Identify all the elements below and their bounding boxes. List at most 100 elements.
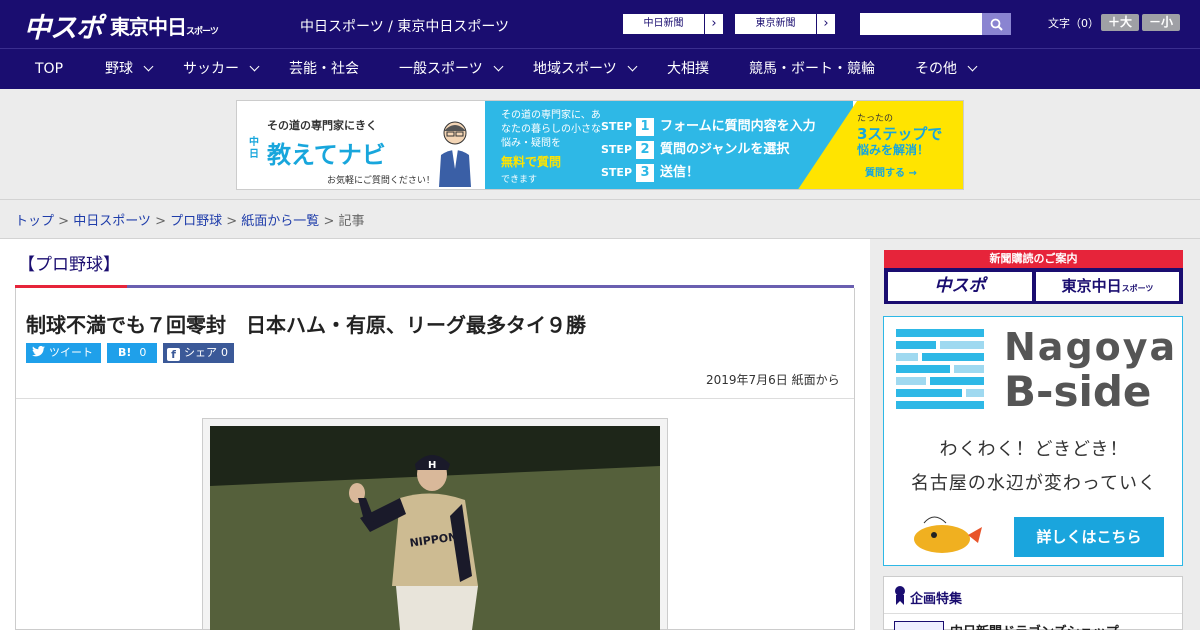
breadcrumb-top[interactable]: トップ: [15, 214, 54, 229]
step-label: STEP: [601, 120, 633, 133]
feature-section: 企画特集 中日新聞ドラゴンズショップ: [883, 576, 1183, 630]
tokyo-chunichi-logo[interactable]: 東京中日スポーツ: [110, 11, 219, 40]
chevron-right-icon: ›: [704, 14, 723, 34]
font-larger-button[interactable]: ＋大: [1101, 14, 1139, 31]
nagoya-bside-ad[interactable]: Nagoya B-side わくわく！どきどき！ 名古屋の水辺が変わっていく 詳…: [883, 316, 1183, 566]
step-number: 1: [636, 118, 655, 136]
subscribe-banner[interactable]: 新聞購読のご案内 中スポ 東京中日スポーツ: [884, 250, 1183, 304]
divider: [0, 199, 1200, 200]
nav-general-sports[interactable]: 一般スポーツ: [399, 49, 504, 90]
oshiete-navi-banner[interactable]: その道の専門家にきく 中日 教えてナビ お気軽にご質問ください！ その道の専門家…: [236, 100, 964, 190]
subscribe-tokyo-text: 東京中日: [1061, 277, 1122, 295]
step-text: フォームに質問内容を入力: [660, 119, 816, 134]
step-label: STEP: [601, 166, 633, 179]
banner-dekimasu: できます: [501, 175, 538, 185]
banner-free-note: お気軽にご質問ください！: [327, 176, 435, 186]
feature-item-dragons-shop[interactable]: 中日新聞ドラゴンズショップ: [950, 621, 1119, 630]
breadcrumb: トップ > 中日スポーツ > プロ野球 > 紙面から一覧 > 記事: [15, 210, 365, 229]
article-category: 【プロ野球】: [18, 255, 120, 275]
step-text: 送信！: [660, 165, 700, 180]
breadcrumb-sep: >: [54, 214, 74, 229]
nav-top[interactable]: TOP: [35, 49, 63, 90]
font-size-label: 文字（0）: [1048, 17, 1099, 30]
nav-local-sports[interactable]: 地域スポーツ: [533, 49, 638, 90]
search-button[interactable]: [982, 13, 1011, 35]
subscribe-chuspo-logo[interactable]: 中スポ: [888, 272, 1032, 301]
subscribe-tokyo-small: スポーツ: [1121, 284, 1154, 293]
nav-label: その他: [915, 61, 957, 77]
nav-label: 芸能・社会: [289, 61, 359, 77]
share-label: シェア: [184, 346, 217, 359]
bside-details-button[interactable]: 詳しくはこちら: [1014, 517, 1164, 557]
chevron-down-icon: [967, 61, 978, 72]
facebook-share-button[interactable]: f シェア 0: [163, 343, 234, 363]
bside-title-2: B-side: [1004, 367, 1152, 416]
chevron-right-icon: ›: [816, 14, 835, 34]
banner-step-3: STEP 3 送信！: [601, 161, 699, 182]
hatena-count: 0: [139, 346, 147, 359]
nav-soccer[interactable]: サッカー: [183, 49, 260, 90]
breadcrumb-from-paper[interactable]: 紙面から一覧: [241, 214, 319, 229]
banner-step-2: STEP 2 質問のジャンルを選択: [601, 138, 789, 159]
chevron-down-icon: [249, 61, 260, 72]
banner-free-question: 無料で質問: [501, 155, 562, 169]
subscribe-heading: 新聞購読のご案内: [884, 250, 1183, 268]
breadcrumb-current: 記事: [338, 214, 365, 229]
site-title: 中日スポーツ / 東京中日スポーツ: [300, 19, 510, 35]
breadcrumb-pro-baseball[interactable]: プロ野球: [170, 214, 222, 229]
search-input[interactable]: [860, 13, 982, 35]
ribbon-icon: [895, 586, 905, 605]
bside-copy-2: 名古屋の水辺が変わっていく: [910, 473, 1158, 494]
search-icon: [990, 18, 1003, 31]
banner-right-sub: 悩みを解消！: [857, 143, 930, 157]
banner-ask-button[interactable]: 質問する →: [865, 164, 917, 179]
pitcher-photo-icon: H NIPPON: [210, 426, 660, 630]
fried-shrimp-mascot-icon: [914, 516, 982, 553]
divider: [16, 398, 854, 399]
step-label: STEP: [601, 143, 633, 156]
chevron-down-icon: [143, 61, 154, 72]
banner-description: その道の専門家に、あなたの暮らしの小さな悩み・疑問を: [501, 110, 601, 149]
article-date: 2019年7月6日 紙面から: [706, 373, 840, 387]
font-smaller-button[interactable]: －小: [1142, 14, 1180, 31]
tokyo-shimbun-label: 東京新聞: [755, 18, 796, 29]
bside-copy-1: わくわく！どきどき！: [939, 439, 1129, 460]
banner-tagline: その道の専門家にきく: [267, 119, 377, 132]
chevron-down-icon: [493, 61, 504, 72]
breadcrumb-chunichi-sports[interactable]: 中日スポーツ: [73, 214, 151, 229]
step-number: 3: [636, 164, 655, 182]
facebook-icon: f: [167, 348, 180, 361]
banner-brand-prefix: 中日: [249, 137, 259, 160]
tweet-button[interactable]: ツイート: [26, 343, 101, 363]
nav-label: 一般スポーツ: [399, 61, 483, 77]
breadcrumb-sep: >: [319, 214, 339, 229]
breadcrumb-sep: >: [222, 214, 242, 229]
main-nav: TOP 野球 サッカー 芸能・社会 一般スポーツ 地域スポーツ 大相撲 競馬・ボ…: [0, 48, 1200, 89]
nav-label: TOP: [35, 61, 64, 77]
tweet-label: ツイート: [49, 346, 93, 359]
divider: [884, 613, 1182, 614]
nav-other[interactable]: その他: [915, 49, 978, 90]
bside-logo-icon: [896, 329, 984, 409]
breadcrumb-sep: >: [150, 214, 171, 229]
subscribe-tokyo-logo[interactable]: 東京中日スポーツ: [1036, 272, 1179, 301]
nav-entertainment[interactable]: 芸能・社会: [289, 49, 359, 90]
banner-brand: 教えてナビ: [267, 141, 386, 169]
nav-racing[interactable]: 競馬・ボート・競輪: [749, 49, 875, 90]
nav-label: サッカー: [183, 61, 239, 77]
tokyo-shimbun-link[interactable]: 東京新聞 ›: [734, 13, 836, 35]
nav-label: 地域スポーツ: [533, 61, 617, 77]
nav-baseball[interactable]: 野球: [105, 49, 154, 90]
nav-sumo[interactable]: 大相撲: [667, 49, 709, 90]
tokyo-logo-small: スポーツ: [186, 27, 219, 37]
chunichi-shimbun-label: 中日新聞: [643, 18, 684, 29]
nav-label: 競馬・ボート・競輪: [749, 61, 875, 77]
feature-thumbnail[interactable]: [894, 621, 944, 630]
share-count: 0: [221, 346, 228, 359]
feature-title: 企画特集: [910, 592, 963, 607]
twitter-icon: [32, 345, 45, 357]
article-headline: 制球不満でも７回零封 日本ハム・有原、リーグ最多タイ９勝: [26, 313, 586, 337]
hatena-bookmark-button[interactable]: B! 0: [107, 343, 157, 363]
chuspo-logo[interactable]: 中スポ: [24, 6, 103, 45]
chunichi-shimbun-link[interactable]: 中日新聞 ›: [622, 13, 724, 35]
